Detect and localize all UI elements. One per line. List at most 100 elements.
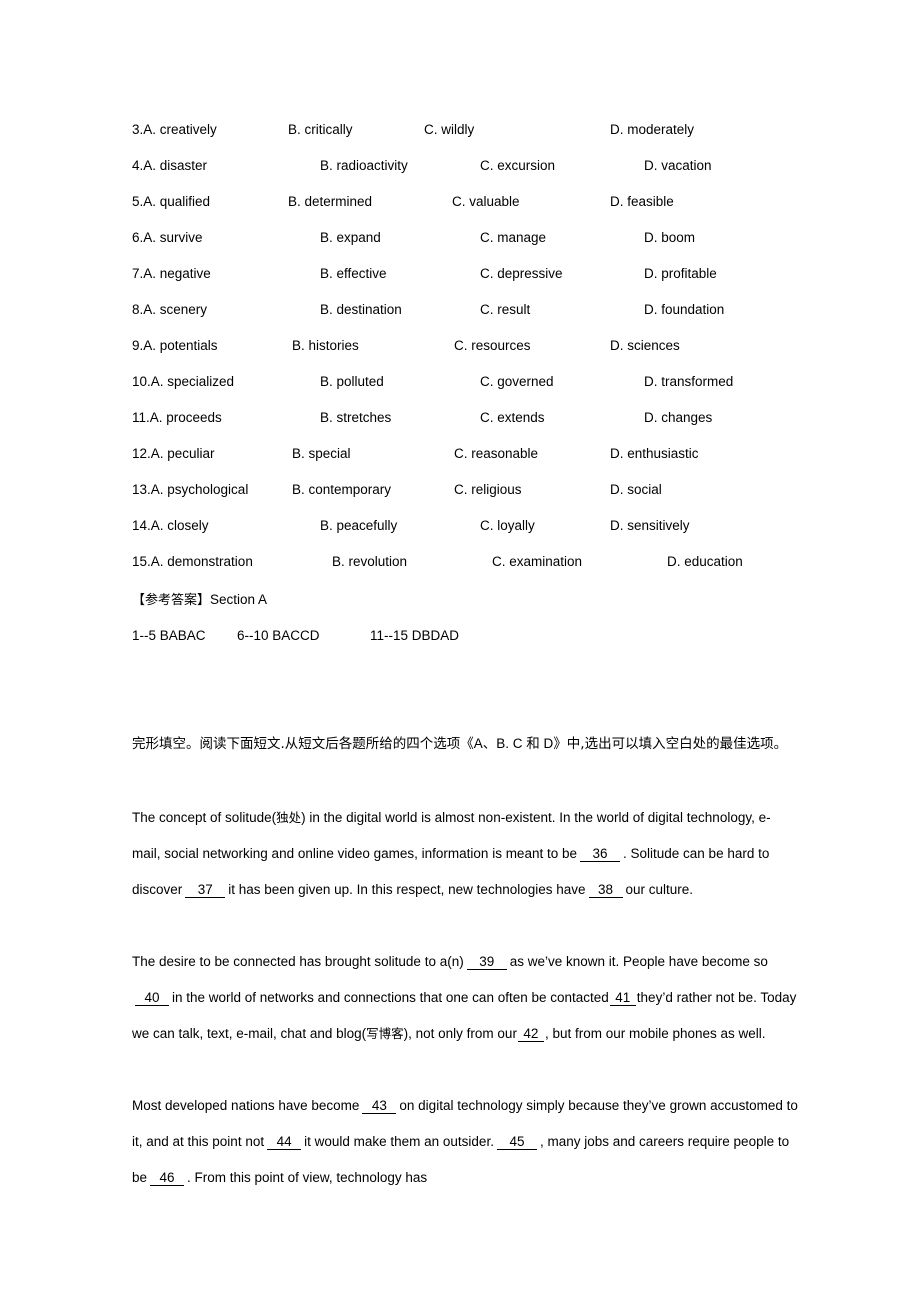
passage-paragraph-1: The concept of solitude(独处) in the digit… xyxy=(132,800,798,908)
option-choice-d[interactable]: D. foundation xyxy=(644,300,724,320)
cloze-instruction: 完形填空。阅读下面短文.从短文后各题所给的四个选项《A、B. C 和 D》中,选… xyxy=(132,726,792,762)
option-choice-c[interactable]: C. loyally xyxy=(480,516,535,536)
option-choice-b[interactable]: B. effective xyxy=(320,264,387,284)
option-row: 12.A. peculiar B. special C. reasonable … xyxy=(132,444,832,464)
option-choice-a[interactable]: 3.A. creatively xyxy=(132,120,217,140)
answer-key-values: 1--5 BABAC 6--10 BACCD 11--15 DBDAD xyxy=(132,626,832,646)
option-row: 4.A. disaster B. radioactivity C. excurs… xyxy=(132,156,832,176)
option-choice-c[interactable]: C. manage xyxy=(480,228,546,248)
option-choice-b[interactable]: B. contemporary xyxy=(292,480,391,500)
blank-41[interactable]: 41 xyxy=(609,990,636,1006)
option-choice-a[interactable]: 5.A. qualified xyxy=(132,192,210,212)
answer-key-heading: 【参考答案】Section A xyxy=(132,590,267,611)
option-row: 5.A. qualified B. determined C. valuable… xyxy=(132,192,832,212)
option-choice-c[interactable]: C. result xyxy=(480,300,530,320)
option-row: 11.A. proceeds B. stretches C. extends D… xyxy=(132,408,832,428)
option-choice-d[interactable]: D. vacation xyxy=(644,156,712,176)
option-choice-d[interactable]: D. moderately xyxy=(610,120,694,140)
option-choice-b[interactable]: B. critically xyxy=(288,120,353,140)
gloss-solitude-cjk: 独处 xyxy=(276,810,302,825)
document-page: 3.A. creatively B. critically C. wildly … xyxy=(0,0,920,1302)
option-choice-c[interactable]: C. examination xyxy=(492,552,582,572)
option-row: 15.A. demonstration B. revolution C. exa… xyxy=(132,552,832,572)
option-choice-a[interactable]: 11.A. proceeds xyxy=(132,408,222,428)
instruction-text-part3: 处的最佳选项。 xyxy=(692,736,788,752)
option-choice-d[interactable]: D. profitable xyxy=(644,264,717,284)
instruction-text-part2: 》中,选出可以填入空白 xyxy=(553,736,693,752)
option-choice-b[interactable]: B. special xyxy=(292,444,351,464)
instruction-options-letters: A、B. C 和 D xyxy=(473,736,554,751)
blank-44[interactable]: 44 xyxy=(267,1134,302,1150)
option-choice-a[interactable]: 9.A. potentials xyxy=(132,336,218,356)
option-choice-d[interactable]: D. boom xyxy=(644,228,695,248)
option-choice-c[interactable]: C. depressive xyxy=(480,264,563,284)
blank-43[interactable]: 43 xyxy=(362,1098,397,1114)
option-choice-b[interactable]: B. revolution xyxy=(332,552,407,572)
option-choice-c[interactable]: C. wildly xyxy=(424,120,474,140)
option-choice-c[interactable]: C. governed xyxy=(480,372,554,392)
passage-text: Most developed nations have become xyxy=(132,1098,360,1113)
blank-42[interactable]: 42 xyxy=(517,1026,544,1042)
answer-key-section-label: Section A xyxy=(210,592,268,607)
option-choice-a[interactable]: 15.A. demonstration xyxy=(132,552,253,572)
blank-46[interactable]: 46 xyxy=(150,1170,185,1186)
option-row: 10.A. specialized B. polluted C. governe… xyxy=(132,372,832,392)
option-choice-a[interactable]: 4.A. disaster xyxy=(132,156,207,176)
instruction-text-part1: 完形填空。阅读下面短文.从短文后各题所给的四个选项《 xyxy=(132,736,474,752)
option-choice-a[interactable]: 6.A. survive xyxy=(132,228,203,248)
option-choice-d[interactable]: D. sensitively xyxy=(610,516,690,536)
blank-45[interactable]: 45 xyxy=(496,1134,537,1150)
option-choice-a[interactable]: 8.A. scenery xyxy=(132,300,207,320)
option-choice-d[interactable]: D. sciences xyxy=(610,336,680,356)
option-choice-d[interactable]: D. transformed xyxy=(644,372,733,392)
option-choice-c[interactable]: C. reasonable xyxy=(454,444,538,464)
blank-39[interactable]: 39 xyxy=(466,954,507,970)
option-choice-d[interactable]: D. feasible xyxy=(610,192,674,212)
blank-36[interactable]: 36 xyxy=(580,846,620,862)
option-row: 7.A. negative B. effective C. depressive… xyxy=(132,264,832,284)
option-choice-c[interactable]: C. extends xyxy=(480,408,545,428)
option-choice-d[interactable]: D. changes xyxy=(644,408,712,428)
blank-40[interactable]: 40 xyxy=(135,990,169,1006)
option-choice-c[interactable]: C. religious xyxy=(454,480,522,500)
option-choice-c[interactable]: C. valuable xyxy=(452,192,520,212)
option-choice-a[interactable]: 7.A. negative xyxy=(132,264,211,284)
option-choice-b[interactable]: B. polluted xyxy=(320,372,384,392)
blank-37[interactable]: 37 xyxy=(185,882,226,898)
passage-text: as we’ve known it. People have become so xyxy=(509,954,768,969)
answer-range-1-5: 1--5 BABAC xyxy=(132,628,206,643)
answer-key-label-cjk: 【参考答案】 xyxy=(132,593,211,608)
passage-text: it has been given up. In this respect, n… xyxy=(228,882,586,897)
passage-text: in the world of networks and connections… xyxy=(172,990,609,1005)
answer-range-6-10: 6--10 BACCD xyxy=(237,628,320,643)
passage-text: our culture. xyxy=(625,882,694,897)
option-row: 9.A. potentials B. histories C. resource… xyxy=(132,336,832,356)
option-choice-b[interactable]: B. determined xyxy=(288,192,372,212)
option-choice-b[interactable]: B. expand xyxy=(320,228,381,248)
option-choice-b[interactable]: B. peacefully xyxy=(320,516,397,536)
option-choice-a[interactable]: 10.A. specialized xyxy=(132,372,234,392)
option-row: 6.A. survive B. expand C. manage D. boom xyxy=(132,228,832,248)
passage-text: , but from our mobile phones as well. xyxy=(544,1026,766,1041)
passage-paragraph-3: Most developed nations have become 43 on d… xyxy=(132,1088,798,1196)
option-choice-c[interactable]: C. excursion xyxy=(480,156,555,176)
option-row: 8.A. scenery B. destination C. result D.… xyxy=(132,300,832,320)
option-choice-d[interactable]: D. social xyxy=(610,480,662,500)
blank-38[interactable]: 38 xyxy=(588,882,623,898)
option-choice-d[interactable]: D. enthusiastic xyxy=(610,444,699,464)
option-row: 3.A. creatively B. critically C. wildly … xyxy=(132,120,832,140)
passage-text: it would make them an outsider. xyxy=(304,1134,494,1149)
option-choice-b[interactable]: B. destination xyxy=(320,300,402,320)
option-choice-c[interactable]: C. resources xyxy=(454,336,531,356)
option-choice-a[interactable]: 14.A. closely xyxy=(132,516,209,536)
passage-text: . From this point of view, technology ha… xyxy=(187,1170,428,1185)
passage-text: The desire to be connected has brought s… xyxy=(132,954,464,969)
option-choice-b[interactable]: B. stretches xyxy=(320,408,391,428)
option-choice-b[interactable]: B. histories xyxy=(292,336,359,356)
option-row: 13.A. psychological B. contemporary C. r… xyxy=(132,480,832,500)
option-choice-a[interactable]: 13.A. psychological xyxy=(132,480,248,500)
passage-text: The concept of solitude( xyxy=(132,810,277,825)
option-choice-a[interactable]: 12.A. peculiar xyxy=(132,444,215,464)
option-choice-b[interactable]: B. radioactivity xyxy=(320,156,408,176)
option-choice-d[interactable]: D. education xyxy=(667,552,743,572)
